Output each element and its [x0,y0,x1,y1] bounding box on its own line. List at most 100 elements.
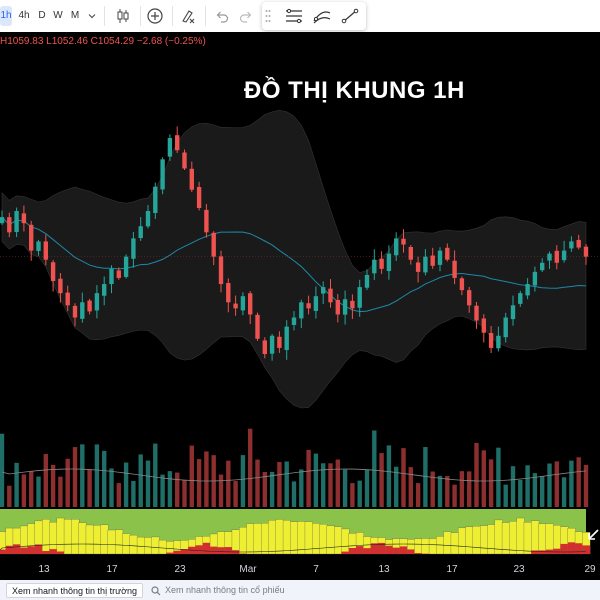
volume-bar [313,453,319,507]
chart-title: ĐỒ THỊ KHUNG 1H [244,77,465,104]
time-axis-tick: Mar [239,564,257,575]
oscillator-red-bar [210,546,218,554]
volume-bar [306,449,311,507]
volume-bar [167,471,173,507]
volume-bar [481,450,486,507]
volume-bar [102,450,107,507]
quick-stock-info-search[interactable]: Xem nhanh thông tin cổ phiếu [146,583,290,598]
volume-bar [386,445,392,507]
curve-lines-icon[interactable] [310,4,334,28]
volume-bar [510,466,516,507]
timeframe-d-button[interactable]: D [35,6,49,26]
timeframe-1h-button[interactable]: 1h [0,6,12,26]
oscillator-bar [253,523,262,555]
volume-bar [233,481,238,507]
candle-body [379,258,384,269]
candle-body [43,241,48,260]
time-axis-tick: 23 [174,564,186,575]
ohlc-change: −2.68 (−0.25%) [136,36,206,47]
time-axis-tick: 13 [378,564,390,575]
oscillator-bar [333,526,343,555]
candle-body [65,292,70,306]
candle-body [532,271,538,286]
oscillator-red-bar [12,544,21,554]
volume-bar [372,430,377,507]
volume-bar [153,443,158,507]
volume-bar [255,459,260,507]
candle-body [138,226,143,239]
oscillator-red-bar [341,551,350,554]
volume-bar [72,447,78,507]
timeframe-m-button[interactable]: M [67,6,83,26]
candlestick-icon[interactable] [111,4,135,28]
candle-body [262,340,267,354]
oscillator-bar [312,523,321,555]
oscillator-red-bar [27,546,36,554]
timeframe-4h-button[interactable]: 4h [15,6,33,26]
volume-bar [467,471,472,507]
chevron-down-icon[interactable] [84,4,100,28]
oscillator-bar [63,519,73,555]
candle-body [153,186,158,214]
oscillator-bar [545,523,554,555]
time-axis-tick: 7 [313,564,319,575]
time-axis-tick: 29 [584,564,596,575]
volume-bar [58,476,63,507]
oscillator-red-bar [0,549,7,554]
candle-body [94,293,100,311]
candle-body [284,326,289,351]
oscillator-bar [290,521,299,555]
candle-body [437,250,443,265]
candle-body [204,209,209,233]
trendline-icon[interactable] [338,4,362,28]
oscillator-bar [166,541,175,555]
timeframe-w-button[interactable]: W [51,6,65,26]
chart-canvas[interactable] [0,32,600,560]
candle-body [459,278,465,291]
volume-bar [43,454,48,507]
oscillator-red-bar [166,552,175,554]
candle-body [430,255,435,266]
oscillator-bar [93,525,102,555]
oscillator-red-bar [356,546,364,554]
oscillator-bar [158,539,167,555]
oscillator-red-bar [363,548,372,554]
volume-bar [408,467,413,507]
volume-bar [335,459,340,507]
candle-body [131,238,136,259]
oscillator-bar [443,531,452,555]
candle-body [80,302,85,319]
candle-body [123,256,129,277]
drag-handle-icon[interactable] [262,4,274,28]
undo-icon[interactable] [210,4,234,28]
redo-icon[interactable] [234,4,258,28]
oscillator-bar [100,524,109,555]
drawing-toolbar-panel [262,2,366,30]
volume-bar [196,459,202,507]
candle-body [58,278,63,294]
oscillator-bar [239,527,248,555]
quick-market-info-button[interactable]: Xem nhanh thông tin thị trường [6,583,144,598]
candle-body [277,336,282,348]
candle-body [554,250,559,263]
candle-body [233,303,238,309]
oscillator-bar [246,523,255,555]
clear-drawings-icon[interactable] [176,4,200,28]
candle-body [576,239,581,248]
volume-bar [364,470,370,507]
candle-body [291,317,297,325]
add-indicator-icon[interactable] [143,4,167,28]
candle-body [306,303,311,309]
candle-body [408,246,413,260]
volume-bar [437,475,443,507]
oscillator-bar [465,526,474,555]
volume-bar [474,443,479,507]
candle-body [561,250,567,261]
candle-body [386,253,392,272]
oscillator-bar [268,520,277,555]
price-chart[interactable]: H1059.83 L1052.46 C1054.29 −2.68 (−0.25%… [0,32,600,580]
candle-body [540,262,545,271]
oscillator-red-bar [560,543,569,554]
time-axis[interactable]: 13 17 23 Mar 7 13 17 23 29 [0,560,600,580]
horizontal-lines-icon[interactable] [282,4,306,28]
